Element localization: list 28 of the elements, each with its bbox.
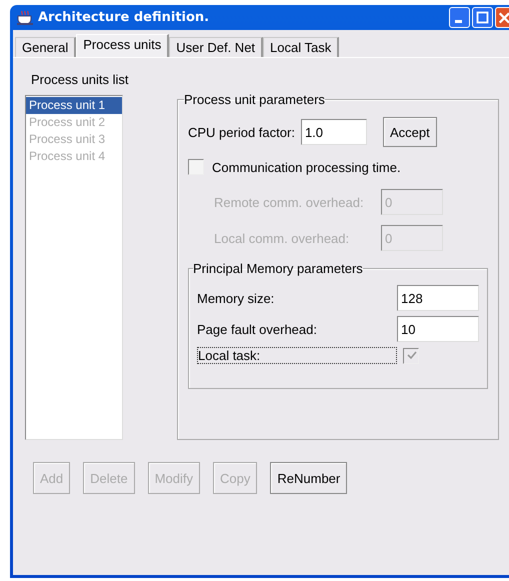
field-label: Remote comm. overhead:	[214, 194, 365, 210]
field-label: Memory size:	[197, 290, 276, 306]
tab[interactable]: Local Task	[263, 37, 340, 57]
list-label: Process units list	[31, 72, 129, 87]
close-button[interactable]	[495, 7, 509, 28]
tab[interactable]: Process units	[76, 34, 170, 57]
tab[interactable]: General	[15, 37, 76, 57]
coffee-cup-icon	[16, 10, 34, 26]
list-item[interactable]: Process unit 1	[26, 97, 122, 114]
tab[interactable]: User Def. Net	[169, 37, 264, 57]
maximize-button[interactable]	[472, 7, 493, 28]
field-label: CPU period factor:	[188, 124, 295, 140]
checkbox-label: Local task:	[197, 347, 397, 364]
group-title: Principal Memory parameters	[193, 261, 363, 276]
action-button[interactable]: ReNumber	[270, 462, 348, 494]
input-field[interactable]: 10	[397, 316, 479, 342]
checkbox[interactable]	[188, 159, 204, 175]
minimize-icon	[455, 20, 462, 23]
check-icon	[406, 350, 416, 361]
field-label: Local comm. overhead:	[214, 230, 350, 246]
input-field[interactable]: 128	[397, 285, 479, 311]
minimize-button[interactable]	[449, 7, 470, 28]
accept-button[interactable]: Accept	[382, 117, 437, 147]
window-title: Architecture definition.	[38, 10, 210, 25]
field-label: Page fault overhead:	[197, 322, 318, 336]
group-title: Process unit parameters	[184, 92, 325, 107]
checkbox-label: Communication processing time.	[212, 160, 401, 174]
input-field[interactable]: 1.0	[300, 119, 367, 145]
